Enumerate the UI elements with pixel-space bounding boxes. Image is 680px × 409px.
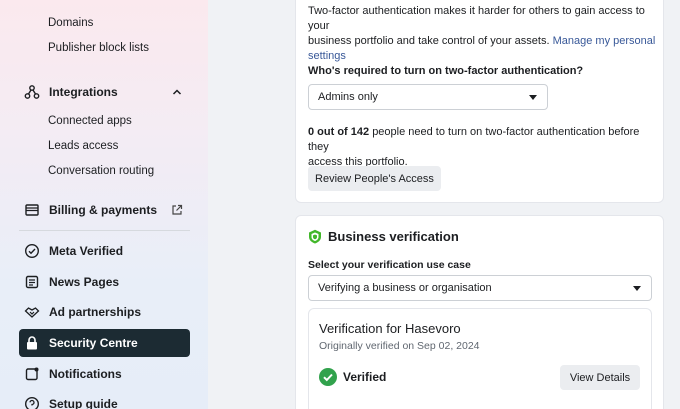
sidebar-item-conversation-routing[interactable]: Conversation routing (48, 165, 154, 177)
sidebar-item-setup-guide[interactable]: Setup guide (19, 390, 190, 409)
check-circle-icon (319, 368, 337, 386)
sidebar-item-domains[interactable]: Domains (48, 17, 93, 29)
two-factor-description: Two-factor authentication makes it harde… (308, 4, 658, 64)
verification-title: Business verification (328, 229, 459, 244)
business-verification-card: Business verification Select your verifi… (295, 215, 664, 409)
verification-detail-title: Verification for Hasevoro (319, 321, 461, 336)
sidebar-item-label: News Pages (49, 275, 120, 289)
chevron-up-icon[interactable] (170, 85, 184, 99)
external-link-icon[interactable] (170, 203, 184, 217)
two-factor-question: Who's required to turn on two-factor aut… (308, 65, 584, 77)
shield-icon (308, 229, 322, 244)
sidebar-item-label: Integrations (49, 85, 118, 99)
use-case-label: Select your verification use case (308, 259, 471, 271)
sidebar: Domains Publisher block lists Integratio… (0, 0, 208, 409)
manage-settings-link[interactable]: Manage my personal (553, 35, 656, 47)
sidebar-divider (19, 230, 190, 231)
select-value: Verifying a business or organisation (318, 282, 492, 294)
sidebar-item-leads-access[interactable]: Leads access (48, 140, 118, 152)
sidebar-item-label: Security Centre (49, 336, 138, 350)
sidebar-item-ad-partnerships[interactable]: Ad partnerships (19, 298, 190, 326)
sidebar-item-label: Billing & payments (49, 203, 158, 217)
sidebar-item-security-centre[interactable]: Security Centre (19, 329, 190, 357)
sidebar-item-label: Meta Verified (49, 244, 124, 258)
billing-icon (24, 202, 40, 218)
sidebar-item-publisher-block-lists[interactable]: Publisher block lists (48, 42, 149, 54)
lock-icon (24, 335, 40, 351)
notification-icon (24, 366, 40, 382)
two-factor-requirement-select[interactable]: Admins only (308, 84, 548, 110)
two-factor-card: Two-factor authentication makes it harde… (295, 0, 664, 203)
sidebar-item-meta-verified[interactable]: Meta Verified (19, 237, 190, 265)
sidebar-item-billing[interactable]: Billing & payments (19, 196, 190, 224)
sidebar-item-label: Notifications (49, 367, 122, 381)
caret-down-icon (633, 286, 641, 291)
sidebar-item-notifications[interactable]: Notifications (19, 360, 190, 388)
sidebar-item-connected-apps[interactable]: Connected apps (48, 115, 132, 127)
verification-detail-subtitle: Originally verified on Sep 02, 2024 (319, 340, 480, 352)
settings-link[interactable]: settings (308, 50, 346, 62)
main-content: Two-factor authentication makes it harde… (208, 0, 680, 409)
review-access-button[interactable]: Review People's Access (308, 166, 441, 191)
select-value: Admins only (318, 91, 378, 103)
sidebar-item-label: Setup guide (49, 397, 118, 409)
description-line-1: Two-factor authentication makes it harde… (308, 5, 645, 32)
caret-down-icon (529, 95, 537, 100)
handshake-icon (24, 304, 40, 320)
integrations-icon (24, 84, 40, 100)
verification-detail-card: Verification for Hasevoro Originally ver… (308, 308, 652, 409)
use-case-select[interactable]: Verifying a business or organisation (308, 275, 652, 301)
description-line-2: business portfolio and take control of y… (308, 35, 550, 47)
help-icon (24, 396, 40, 409)
sidebar-item-label: Ad partnerships (49, 305, 142, 319)
count-bold: 0 out of 142 (308, 126, 370, 138)
sidebar-item-news-pages[interactable]: News Pages (19, 268, 190, 296)
sidebar-item-integrations[interactable]: Integrations (19, 78, 190, 106)
view-details-button[interactable]: View Details (560, 365, 640, 390)
verified-badge-icon (24, 243, 40, 259)
two-factor-count-text: 0 out of 142 people need to turn on two-… (308, 125, 658, 170)
verification-status: Verified (343, 370, 387, 384)
news-icon (24, 274, 40, 290)
